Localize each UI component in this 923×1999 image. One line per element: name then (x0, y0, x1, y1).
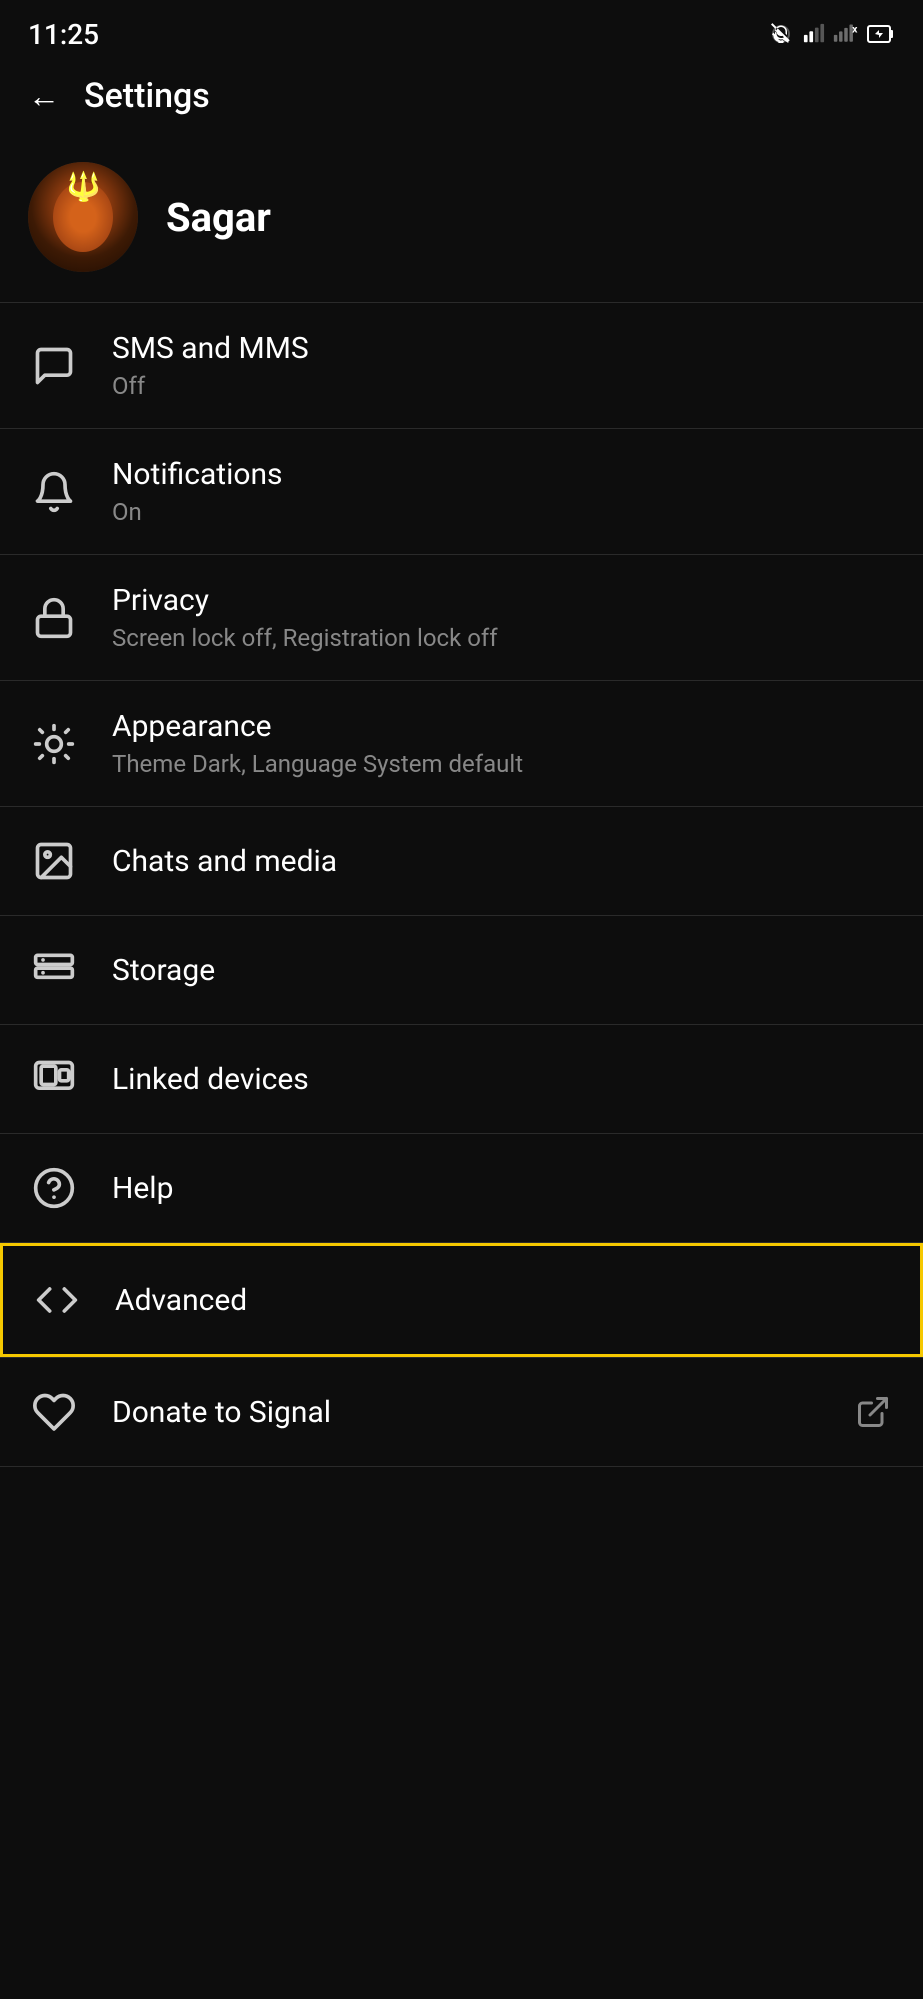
settings-item-linked-devices[interactable]: Linked devices (0, 1025, 923, 1133)
linked-devices-label: Linked devices (112, 1062, 895, 1097)
storage-text: Storage (112, 953, 895, 988)
external-link-icon (851, 1390, 895, 1434)
image-icon (28, 835, 80, 887)
status-icons: x (769, 22, 895, 46)
mute-icon (769, 22, 793, 46)
heart-icon (28, 1386, 80, 1438)
advanced-icon (31, 1274, 83, 1326)
settings-item-donate[interactable]: Donate to Signal (0, 1358, 923, 1466)
settings-item-help[interactable]: Help (0, 1134, 923, 1242)
appearance-sublabel: Theme Dark, Language System default (112, 750, 895, 778)
back-button[interactable]: ← (28, 77, 60, 115)
settings-item-advanced[interactable]: Advanced (0, 1243, 923, 1357)
sun-icon (28, 718, 80, 770)
notifications-sublabel: On (112, 498, 895, 526)
storage-icon (28, 944, 80, 996)
notifications-label: Notifications (112, 457, 895, 492)
toolbar: ← Settings (0, 60, 923, 132)
battery-icon (867, 23, 895, 45)
donate-label: Donate to Signal (112, 1395, 819, 1430)
chats-text: Chats and media (112, 844, 895, 879)
settings-item-appearance[interactable]: Appearance Theme Dark, Language System d… (0, 681, 923, 806)
advanced-label: Advanced (115, 1283, 892, 1318)
help-icon (28, 1162, 80, 1214)
signal-bars-icon (803, 23, 825, 45)
notifications-text: Notifications On (112, 457, 895, 526)
help-text: Help (112, 1171, 895, 1206)
profile-name: Sagar (166, 194, 271, 241)
linked-devices-text: Linked devices (112, 1062, 895, 1097)
advanced-text: Advanced (115, 1283, 892, 1318)
chats-label: Chats and media (112, 844, 895, 879)
status-time: 11:25 (28, 18, 99, 51)
signal-bars-x-icon: x (833, 23, 859, 45)
appearance-text: Appearance Theme Dark, Language System d… (112, 709, 895, 778)
settings-item-chats[interactable]: Chats and media (0, 807, 923, 915)
svg-text:x: x (852, 23, 858, 35)
privacy-label: Privacy (112, 583, 895, 618)
privacy-sublabel: Screen lock off, Registration lock off (112, 624, 895, 652)
privacy-text: Privacy Screen lock off, Registration lo… (112, 583, 895, 652)
donate-text: Donate to Signal (112, 1395, 819, 1430)
storage-label: Storage (112, 953, 895, 988)
sms-text: SMS and MMS Off (112, 331, 895, 400)
appearance-label: Appearance (112, 709, 895, 744)
status-bar: 11:25 x (0, 0, 923, 60)
linked-devices-icon (28, 1053, 80, 1105)
page-title: Settings (84, 76, 210, 116)
chat-icon (28, 340, 80, 392)
bell-icon (28, 466, 80, 518)
settings-item-storage[interactable]: Storage (0, 916, 923, 1024)
sms-label: SMS and MMS (112, 331, 895, 366)
lock-icon (28, 592, 80, 644)
avatar-image (28, 162, 138, 272)
profile-section[interactable]: Sagar (0, 132, 923, 302)
sms-sublabel: Off (112, 372, 895, 400)
settings-item-notifications[interactable]: Notifications On (0, 429, 923, 554)
help-label: Help (112, 1171, 895, 1206)
divider-11 (0, 1466, 923, 1467)
settings-item-privacy[interactable]: Privacy Screen lock off, Registration lo… (0, 555, 923, 680)
avatar (28, 162, 138, 272)
settings-item-sms[interactable]: SMS and MMS Off (0, 303, 923, 428)
